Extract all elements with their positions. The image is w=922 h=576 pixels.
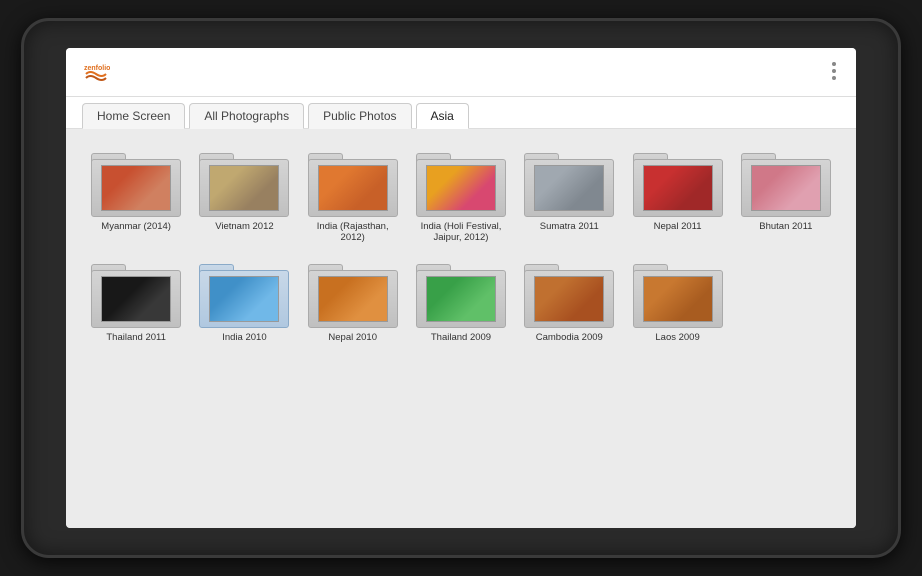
header-left: zenfolio bbox=[82, 58, 118, 88]
folder-item-bhutan[interactable]: ▤ Bhutan 2011 bbox=[736, 145, 836, 244]
folder-item-nepal2010[interactable]: ▤ Nepal 2010 bbox=[303, 256, 403, 343]
folder-wrapper: ▤ bbox=[308, 256, 398, 328]
folder-photo bbox=[643, 165, 713, 211]
folder-item-india2010[interactable]: ▤ India 2010 bbox=[194, 256, 294, 343]
folder-wrapper: ▤ bbox=[633, 256, 723, 328]
folder-item-laos[interactable]: ▤ Laos 2009 bbox=[627, 256, 727, 343]
folder-photo bbox=[426, 165, 496, 211]
folder-photo bbox=[209, 276, 279, 322]
folder-label: Nepal 2011 bbox=[654, 221, 702, 232]
folder-item-thailand2011[interactable]: ▤ Thailand 2011 bbox=[86, 256, 186, 343]
folder-wrapper: ▤ bbox=[524, 145, 614, 217]
folder-wrapper: ▤ bbox=[91, 145, 181, 217]
folder-label: India (Holi Festival, Jaipur, 2012) bbox=[416, 221, 506, 244]
folder-label: Sumatra 2011 bbox=[540, 221, 599, 232]
folder-body bbox=[416, 159, 506, 217]
folder-wrapper: ▤ bbox=[524, 256, 614, 328]
folder-photo bbox=[534, 276, 604, 322]
folder-wrapper: ▤ bbox=[416, 256, 506, 328]
folder-body bbox=[199, 159, 289, 217]
folder-body bbox=[91, 159, 181, 217]
folder-photo bbox=[318, 165, 388, 211]
folder-body bbox=[741, 159, 831, 217]
device-frame: zenfolio Home ScreenAll PhotographsPubli… bbox=[21, 18, 901, 558]
svg-text:zenfolio: zenfolio bbox=[84, 65, 110, 72]
folder-label: Thailand 2009 bbox=[431, 332, 491, 343]
folder-wrapper: ▤ bbox=[199, 256, 289, 328]
tab-asia[interactable]: Asia bbox=[416, 103, 469, 129]
folder-label: Vietnam 2012 bbox=[215, 221, 273, 232]
main-content: ▤ Myanmar (2014) ▤ Vietnam 2012 ▤ Ind bbox=[66, 129, 856, 528]
menu-dot-1 bbox=[832, 62, 836, 66]
folder-photo bbox=[209, 165, 279, 211]
folder-item-sumatra[interactable]: ▤ Sumatra 2011 bbox=[519, 145, 619, 244]
folder-wrapper: ▤ bbox=[308, 145, 398, 217]
folder-body bbox=[524, 270, 614, 328]
folder-body bbox=[308, 270, 398, 328]
tab-public-photos[interactable]: Public Photos bbox=[308, 103, 411, 129]
header: zenfolio bbox=[66, 48, 856, 97]
folder-body bbox=[633, 270, 723, 328]
tab-all-photos[interactable]: All Photographs bbox=[189, 103, 304, 129]
folder-item-india-raj[interactable]: ▤ India (Rajasthan, 2012) bbox=[303, 145, 403, 244]
folder-label: India 2010 bbox=[222, 332, 266, 343]
folder-body bbox=[633, 159, 723, 217]
folder-label: Cambodia 2009 bbox=[536, 332, 603, 343]
folder-body bbox=[524, 159, 614, 217]
menu-dot-3 bbox=[832, 76, 836, 80]
folder-photo bbox=[101, 165, 171, 211]
folder-photo bbox=[101, 276, 171, 322]
folder-wrapper: ▤ bbox=[633, 145, 723, 217]
tab-home[interactable]: Home Screen bbox=[82, 103, 185, 129]
folder-wrapper: ▤ bbox=[416, 145, 506, 217]
folder-body bbox=[416, 270, 506, 328]
zenfolio-logo-icon: zenfolio bbox=[82, 60, 110, 88]
folder-item-india-holi[interactable]: ▤ India (Holi Festival, Jaipur, 2012) bbox=[411, 145, 511, 244]
folder-body bbox=[91, 270, 181, 328]
folder-wrapper: ▤ bbox=[741, 145, 831, 217]
folder-wrapper: ▤ bbox=[91, 256, 181, 328]
folder-label: Myanmar (2014) bbox=[101, 221, 171, 232]
folder-body bbox=[308, 159, 398, 217]
folder-label: India (Rajasthan, 2012) bbox=[308, 221, 398, 244]
folder-item-vietnam[interactable]: ▤ Vietnam 2012 bbox=[194, 145, 294, 244]
folder-label: Nepal 2010 bbox=[328, 332, 377, 343]
folder-item-thailand2009[interactable]: ▤ Thailand 2009 bbox=[411, 256, 511, 343]
folder-photo bbox=[534, 165, 604, 211]
folder-label: Thailand 2011 bbox=[106, 332, 166, 343]
folder-item-cambodia[interactable]: ▤ Cambodia 2009 bbox=[519, 256, 619, 343]
folder-body bbox=[199, 270, 289, 328]
folder-grid: ▤ Myanmar (2014) ▤ Vietnam 2012 ▤ Ind bbox=[86, 145, 836, 343]
folder-label: Bhutan 2011 bbox=[759, 221, 812, 232]
folder-photo bbox=[426, 276, 496, 322]
folder-photo bbox=[318, 276, 388, 322]
folder-item-myanmar[interactable]: ▤ Myanmar (2014) bbox=[86, 145, 186, 244]
nav-tabs: Home ScreenAll PhotographsPublic PhotosA… bbox=[66, 97, 856, 129]
folder-wrapper: ▤ bbox=[199, 145, 289, 217]
more-options-button[interactable] bbox=[828, 58, 840, 84]
screen: zenfolio Home ScreenAll PhotographsPubli… bbox=[66, 48, 856, 528]
menu-dot-2 bbox=[832, 69, 836, 73]
folder-photo bbox=[751, 165, 821, 211]
folder-photo bbox=[643, 276, 713, 322]
folder-item-nepal2011[interactable]: ▤ Nepal 2011 bbox=[627, 145, 727, 244]
folder-label: Laos 2009 bbox=[655, 332, 699, 343]
